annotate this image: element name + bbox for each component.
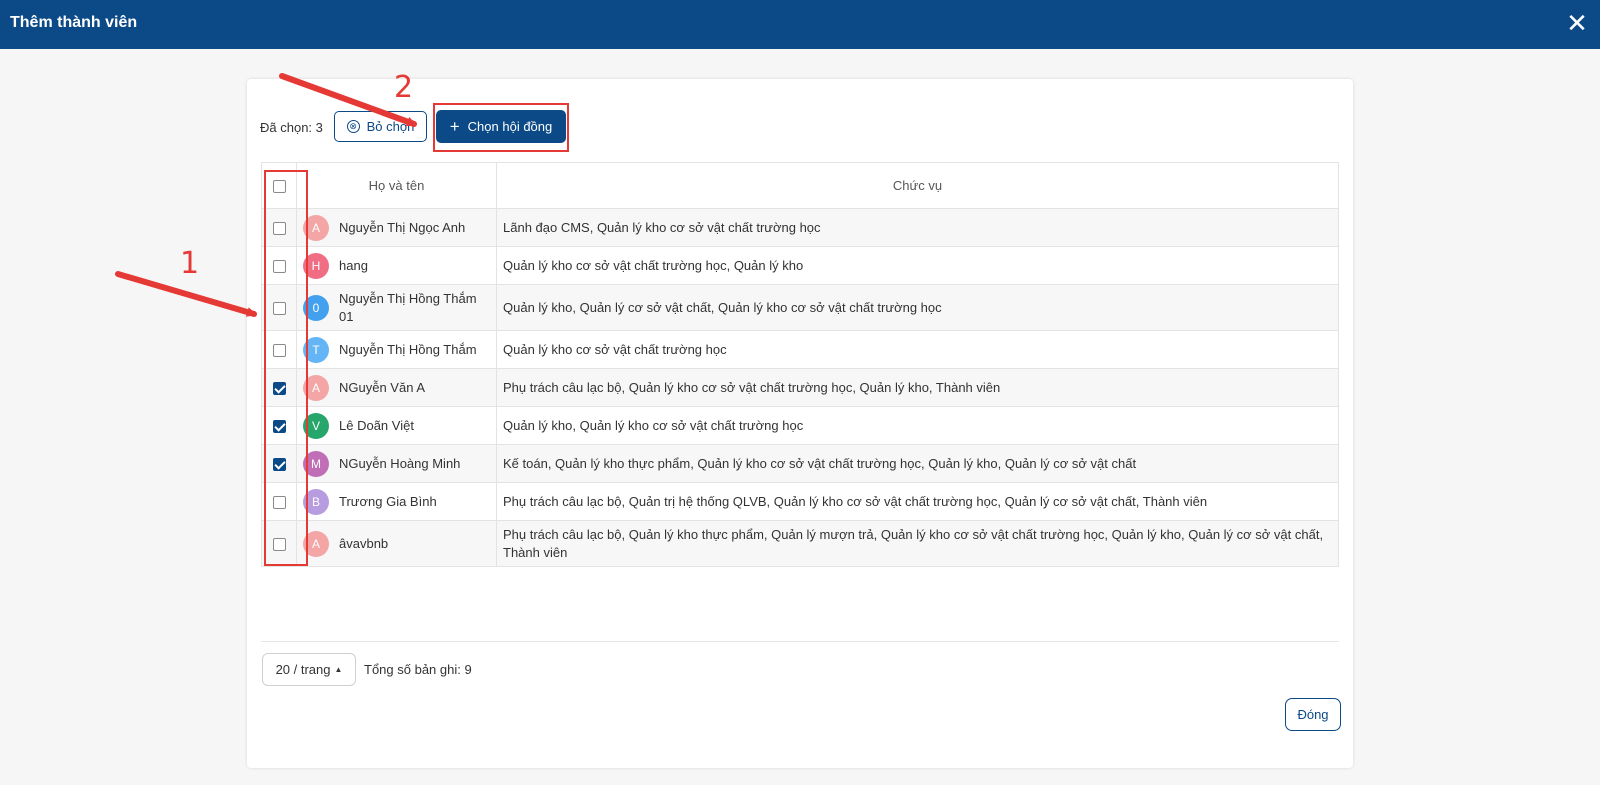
member-name-cell: B Trương Gia Bình: [296, 482, 497, 521]
table-row[interactable]: T Nguyễn Thị Hồng Thắm Quản lý kho cơ sở v…: [261, 330, 1339, 369]
clear-circle-icon: ⊗: [346, 120, 360, 133]
table-row[interactable]: Hhang Quản lý kho cơ sở vật chất trường h…: [261, 246, 1339, 285]
member-name-cell: 0 Nguyễn Thị Hồng Thắm 01: [296, 284, 497, 331]
page-size-value: 20 / trang: [275, 662, 331, 677]
close-button[interactable]: Đóng: [1285, 698, 1341, 731]
member-name: NGuyễn Hoàng Minh: [339, 455, 461, 471]
member-name-cell: V Lê Doãn Việt: [296, 406, 497, 445]
member-name: hang: [339, 257, 368, 273]
annotation-box-checkbox-column: [264, 170, 308, 566]
member-name: Lê Doãn Việt: [339, 417, 414, 433]
member-role: Phụ trách câu lạc bộ, Quản lý kho thực p…: [496, 520, 1339, 567]
member-role: Kế toán, Quản lý kho thực phẩm, Quản lý …: [496, 444, 1339, 483]
member-name-cell: M NGuyễn Hoàng Minh: [296, 444, 497, 483]
column-header-role: Chức vụ: [496, 162, 1339, 209]
selected-count: Đã chọn: 3: [260, 120, 323, 135]
table-row[interactable]: M NGuyễn Hoàng Minh Kế toán, Quản lý kho t…: [261, 444, 1339, 483]
table-row[interactable]: B Trương Gia Bình Phụ trách câu lạc bộ, Qu…: [261, 482, 1339, 521]
annotation-number-two: 2: [394, 70, 414, 105]
members-table: Họ và tên Chức vụ A Nguyễn Thị Ngọc Anh Lã…: [261, 162, 1339, 567]
member-name: âvavbnb: [339, 535, 389, 551]
deselect-button[interactable]: ⊗ Bỏ chọn: [334, 111, 427, 142]
table-row[interactable]: A NGuyễn Văn A Phụ trách câu lạc bộ, Quản …: [261, 368, 1339, 407]
table-row[interactable]: V Lê Doãn Việt Quản lý kho, Quản lý kho cơ…: [261, 406, 1339, 445]
deselect-label: Bỏ chọn: [366, 119, 415, 134]
member-role: Quản lý kho, Quản lý kho cơ sở vật chất …: [496, 406, 1339, 445]
member-name: Nguyễn Thị Ngọc Anh: [339, 219, 466, 235]
member-role: Phụ trách câu lạc bộ, Quản trị hệ thống …: [496, 482, 1339, 521]
member-name-cell: T Nguyễn Thị Hồng Thắm: [296, 330, 497, 369]
table-header-row: Họ và tên Chức vụ: [261, 162, 1339, 209]
member-name: NGuyễn Văn A: [339, 379, 425, 395]
table-row[interactable]: Aâvavbnb Phụ trách câu lạc bộ, Quản lý kh…: [261, 520, 1339, 567]
member-role: Phụ trách câu lạc bộ, Quản lý kho cơ sở …: [496, 368, 1339, 407]
member-role: Quản lý kho cơ sở vật chất trường học: [496, 330, 1339, 369]
table-row[interactable]: A Nguyễn Thị Ngọc Anh Lãnh đạo CMS, Quản l…: [261, 208, 1339, 247]
member-role: Lãnh đạo CMS, Quản lý kho cơ sở vật chất…: [496, 208, 1339, 247]
member-name-cell: A NGuyễn Văn A: [296, 368, 497, 407]
member-name: Trương Gia Bình: [339, 493, 437, 509]
page-size-select[interactable]: 20 / trang ▲: [262, 653, 356, 686]
dialog-header: Thêm thành viên ✕: [0, 0, 1600, 49]
footer-divider: [261, 641, 1339, 642]
column-header-name: Họ và tên: [296, 162, 497, 209]
total-records: Tổng số bản ghi: 9: [364, 662, 472, 677]
close-icon[interactable]: ✕: [1566, 10, 1588, 36]
table-row[interactable]: 0 Nguyễn Thị Hồng Thắm 01 Quản lý kho, Quả…: [261, 284, 1339, 331]
dialog-title: Thêm thành viên: [10, 14, 138, 31]
member-name-cell: Hhang: [296, 246, 497, 285]
annotation-number-one: 1: [180, 246, 200, 281]
member-name-cell: Aâvavbnb: [296, 520, 497, 567]
member-role: Quản lý kho, Quản lý cơ sở vật chất, Quả…: [496, 284, 1339, 331]
member-name: Nguyễn Thị Hồng Thắm: [339, 341, 477, 357]
member-name-cell: A Nguyễn Thị Ngọc Anh: [296, 208, 497, 247]
caret-up-icon: ▲: [334, 665, 343, 674]
annotation-box-council-button: [433, 103, 569, 152]
member-name: Nguyễn Thị Hồng Thắm 01: [339, 290, 477, 324]
member-role: Quản lý kho cơ sở vật chất trường học, Q…: [496, 246, 1339, 285]
